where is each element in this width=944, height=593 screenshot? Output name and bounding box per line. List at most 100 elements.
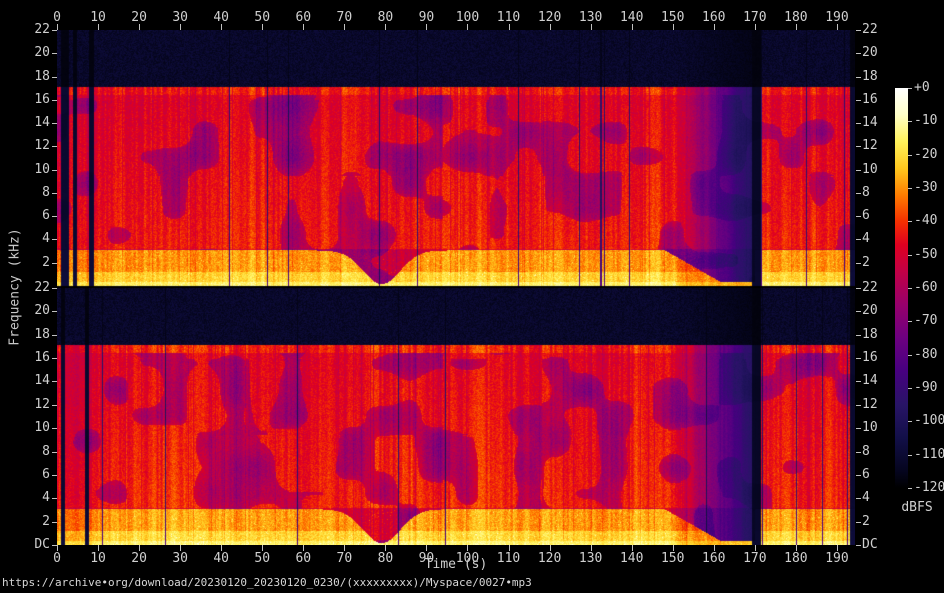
freq-tick-label: DC	[862, 537, 878, 552]
time-tick-label: 190	[825, 10, 849, 25]
freq-tick	[856, 452, 861, 453]
freq-tick	[52, 30, 57, 31]
freq-tick-label: 2	[42, 255, 50, 270]
colorbar-tick-label: -120	[914, 480, 944, 495]
freq-tick	[52, 335, 57, 336]
time-tick-label: 110	[496, 10, 521, 25]
colorbar-tick	[908, 421, 912, 422]
time-tick-label: 130	[578, 10, 603, 25]
freq-tick	[52, 428, 57, 429]
freq-tick-label: 8	[42, 185, 50, 200]
freq-tick	[52, 405, 57, 406]
freq-tick	[856, 170, 861, 171]
freq-tick	[52, 475, 57, 476]
freq-tick-label: 22	[862, 22, 878, 37]
freq-tick	[856, 288, 861, 289]
freq-tick	[856, 545, 861, 546]
freq-tick	[856, 193, 861, 194]
colorbar-tick-label: +0	[914, 80, 930, 95]
colorbar-tick	[908, 155, 912, 156]
freq-tick-label: 14	[34, 115, 50, 130]
time-tick-label: 120	[537, 10, 562, 25]
freq-tick-label: 16	[34, 350, 50, 365]
freq-tick	[52, 123, 57, 124]
freq-tick	[52, 381, 57, 382]
freq-tick-label: 10	[34, 162, 50, 177]
freq-tick-label: 18	[34, 327, 50, 342]
colorbar-tick-label: -70	[914, 313, 938, 328]
colorbar-tick	[908, 221, 912, 222]
freq-tick	[856, 123, 861, 124]
freq-tick	[856, 335, 861, 336]
colorbar-tick-label: -110	[914, 447, 944, 462]
freq-tick	[52, 146, 57, 147]
colorbar-gradient	[895, 88, 908, 488]
freq-tick-label: 18	[34, 69, 50, 84]
time-tick-label: 50	[254, 10, 271, 25]
colorbar-unit-label: dBFS	[901, 500, 933, 515]
colorbar-tick	[908, 355, 912, 356]
colorbar-tick-label: -30	[914, 180, 938, 195]
colorbar-tick-label: -60	[914, 280, 938, 295]
freq-tick-label: 10	[34, 420, 50, 435]
colorbar-tick-label: -100	[914, 413, 944, 428]
colorbar-tick	[908, 288, 912, 289]
freq-tick-label: 6	[42, 467, 50, 482]
time-tick-label: 10	[90, 10, 106, 25]
spectrogram-viewer: Frequency (kHz) 0 10 20 30 40 50 60 70 80 90 100 11…	[0, 0, 944, 593]
freq-tick	[856, 239, 861, 240]
source-url-text: https://archive•org/download/20230120_20…	[2, 576, 532, 589]
freq-tick	[52, 216, 57, 217]
freq-tick	[52, 358, 57, 359]
freq-tick	[856, 30, 861, 31]
freq-tick	[856, 263, 861, 264]
time-tick-label: 140	[619, 10, 644, 25]
freq-tick-label: 2	[862, 514, 870, 529]
freq-tick	[856, 405, 861, 406]
freq-tick	[52, 288, 57, 289]
freq-tick	[856, 381, 861, 382]
time-tick-label: 180	[784, 10, 808, 25]
freq-tick	[856, 216, 861, 217]
time-tick-label: 20	[131, 10, 147, 25]
colorbar-tick-label: -20	[914, 147, 938, 162]
time-tick-label: 30	[172, 10, 188, 25]
freq-tick	[856, 522, 861, 523]
freq-tick	[856, 358, 861, 359]
freq-tick-label: 12	[34, 138, 50, 153]
freq-tick	[52, 170, 57, 171]
time-tick-label: 160	[702, 10, 726, 25]
freq-tick	[52, 452, 57, 453]
freq-tick-label: 12	[34, 397, 50, 412]
freq-tick	[856, 498, 861, 499]
x-axis-title: Time (s)	[424, 557, 488, 572]
freq-tick	[52, 239, 57, 240]
freq-tick-label: 2	[42, 514, 50, 529]
freq-tick-label: DC	[34, 537, 50, 552]
freq-tick	[856, 428, 861, 429]
freq-tick-label: 18	[862, 69, 878, 84]
colorbar-tick-label: -50	[914, 247, 938, 262]
freq-tick	[856, 146, 861, 147]
freq-tick-label: 6	[42, 208, 50, 223]
colorbar-tick	[908, 321, 912, 322]
freq-tick-label: 16	[34, 92, 50, 107]
freq-tick-label: 22	[34, 22, 50, 37]
freq-tick-label: 4	[42, 490, 50, 505]
freq-tick	[52, 77, 57, 78]
time-tick-label: 40	[213, 10, 230, 25]
freq-tick-label: 20	[34, 45, 50, 60]
colorbar-tick	[908, 255, 912, 256]
freq-tick	[52, 193, 57, 194]
freq-tick-label: 4	[42, 231, 50, 246]
freq-tick	[52, 545, 57, 546]
freq-tick-label: 22	[34, 280, 50, 295]
freq-tick	[856, 77, 861, 78]
colorbar-tick-label: -40	[914, 213, 938, 228]
time-tick-label: 80	[377, 10, 394, 25]
time-tick-label: 70	[336, 10, 353, 25]
colorbar-tick-label: -10	[914, 113, 938, 128]
colorbar-tick	[908, 388, 912, 389]
freq-tick	[856, 53, 861, 54]
freq-tick-label: 14	[34, 373, 50, 388]
